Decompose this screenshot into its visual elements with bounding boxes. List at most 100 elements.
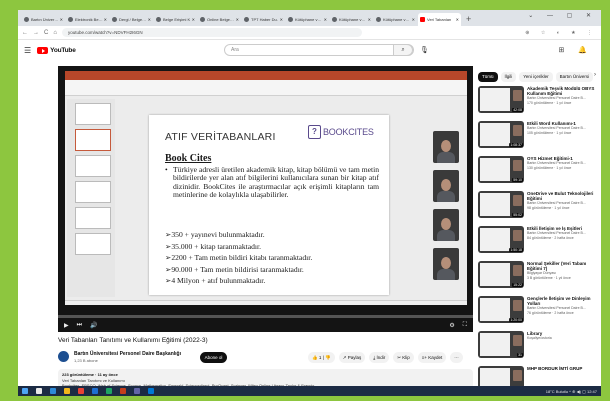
slide-thumbnail [75, 103, 111, 125]
close-tab-icon[interactable]: ✕ [148, 17, 151, 22]
youtube-header: ☰ YouTube Ara ⌕ 🎙 ⊞ 🔔 [18, 40, 601, 61]
reload-icon[interactable]: C [44, 30, 48, 36]
share-button[interactable]: ↗ Paylaş [338, 352, 366, 363]
slide-item-list: ➢350 + yayınevi bulunmaktadır. ➢35.000 +… [165, 229, 312, 287]
save-button[interactable]: ≡+ Kaydet [417, 352, 447, 363]
browser-toolbar-icons[interactable]: ⊕ ☆ ◐ ★ ⋮ [525, 30, 597, 36]
microphone-icon[interactable]: 🎙 [420, 46, 429, 54]
chip-all[interactable]: Tümü [478, 72, 498, 82]
header-right-icons[interactable]: ⊞ 🔔 [558, 46, 593, 54]
related-video[interactable]: MHP BORDUR İMTİ GRUP [478, 366, 600, 386]
youtube-logo[interactable]: YouTube [37, 47, 76, 54]
file-explorer-icon[interactable] [64, 388, 70, 394]
related-video[interactable]: 59:10 OYS Hizmet Eğitimi-1 Bartın Ünivers… [478, 156, 600, 191]
browser-tab[interactable]: TPT Haber Du. ✕ [242, 13, 285, 26]
browser-tab-strip: Bartın Üniversitesi✕ Elektronik Belge Y.… [18, 10, 601, 26]
excel-icon[interactable] [106, 388, 112, 394]
close-tab-icon[interactable]: ✕ [412, 17, 415, 22]
close-tab-icon[interactable]: ✕ [236, 17, 239, 22]
browser-tab[interactable]: Dergi / Belge Kayı.✕ [110, 13, 153, 26]
player-controls: ▶ ⏭ 🔊 ⚙ ⛶ [58, 318, 473, 332]
subscribe-button[interactable]: Abone ol [200, 352, 227, 363]
browser-tab[interactable]: Bartın Üniversitesi✕ [22, 13, 65, 26]
play-icon[interactable]: ▶ [64, 322, 69, 329]
bookcites-logo: ? BOOKCITES [308, 125, 374, 139]
windows-taskbar: 18°C Bulutlu ^ ⊕ ◀) ▢ 12:47 [18, 386, 601, 396]
video-player[interactable]: ATIF VERİTABANLARI ? BOOKCITES Book Cite… [58, 66, 473, 332]
browser-tab[interactable]: Online Belge Kay.✕ [198, 13, 241, 26]
browser-tab[interactable]: Belge Erişimi K ✕ [154, 13, 197, 26]
bookcites-logo-icon: ? [308, 125, 321, 139]
video-thumbnail: 42:08 [478, 86, 524, 113]
related-video[interactable]: 15:22 Normal Şekiller (Veri Tabanı Eğiti… [478, 261, 600, 296]
related-video[interactable]: 31 Library Koşaliye/ostoria [478, 331, 600, 366]
browser-tab-active[interactable]: Veri Tabanları ✕ [418, 13, 461, 26]
close-tab-icon[interactable]: ✕ [60, 17, 63, 22]
favicon-icon [376, 17, 381, 22]
chrome-icon[interactable] [78, 388, 84, 394]
close-tab-icon[interactable]: ✕ [192, 17, 195, 22]
close-tab-icon[interactable]: ✕ [104, 17, 107, 22]
close-tab-icon[interactable]: ✕ [280, 17, 283, 22]
related-video[interactable]: 1:08:37 Etkili Word Kullanımı-1 Bartın Ün… [478, 121, 600, 156]
chevron-right-icon[interactable]: › [594, 72, 596, 78]
chip-new[interactable]: Yeni içerikler [519, 72, 553, 82]
related-video[interactable]: 42:08 Akademik Teşvik Modülü OBYS Kullan… [478, 86, 600, 121]
search-input[interactable]: Ara ⌕ [224, 44, 414, 56]
home-icon[interactable]: ⌂ [53, 30, 57, 36]
slide-thumbnail [75, 155, 111, 177]
close-tab-icon[interactable]: ✕ [368, 17, 371, 22]
search-icon[interactable]: ⌕ [393, 44, 413, 56]
menu-icon[interactable]: ☰ [24, 46, 31, 55]
word-icon[interactable] [92, 388, 98, 394]
related-video[interactable]: 1:50:18 Etkili İletişim ve İş Eşitleri Ba… [478, 226, 600, 261]
shared-powerpoint-window: ATIF VERİTABANLARI ? BOOKCITES Book Cite… [65, 71, 467, 305]
address-row: ← → C ⌂ youtube.com/watch?v=NDVFH2I6GN ⊕… [18, 26, 601, 40]
clip-button[interactable]: ✂ Klip [393, 352, 414, 363]
outlook-icon[interactable] [148, 388, 154, 394]
bullet-icon: • [165, 165, 168, 174]
search-taskbar-icon[interactable] [36, 388, 42, 394]
system-tray[interactable]: 18°C Bulutlu ^ ⊕ ◀) ▢ 12:47 [546, 389, 597, 394]
screenshot: Bartın Üniversitesi✕ Elektronik Belge Y.… [18, 10, 601, 396]
window-controls[interactable]: ⌄ — ▢ ✕ [528, 12, 597, 19]
favicon-icon [332, 17, 337, 22]
channel-name[interactable]: Bartın Üniversitesi Personel Daire Başka… [74, 351, 181, 357]
channel-avatar[interactable] [58, 351, 69, 362]
related-video[interactable]: 55:02 OneDrive ve Bulut Teknolojileri Eğ… [478, 191, 600, 226]
new-tab-icon[interactable]: + [466, 13, 471, 26]
settings-icon[interactable]: ⚙ [449, 322, 454, 329]
close-tab-icon[interactable]: ✕ [456, 17, 459, 22]
forward-icon[interactable]: → [33, 30, 39, 36]
more-actions-button[interactable]: ⋯ [450, 352, 463, 363]
chip-related[interactable]: İlgili [500, 72, 517, 82]
next-icon[interactable]: ⏭ [77, 322, 82, 329]
subscriber-count: 1,23 B abone [74, 358, 98, 363]
related-video[interactable]: 1:20:00 Gençlerle İletişim ve Dinleyim Y… [478, 296, 600, 331]
close-tab-icon[interactable]: ✕ [324, 17, 327, 22]
slide-item: ➢350 + yayınevi bulunmaktadır. [165, 230, 265, 239]
powerpoint-icon[interactable] [120, 388, 126, 394]
video-thumbnail: 15:22 [478, 261, 524, 288]
fullscreen-icon[interactable]: ⛶ [463, 322, 467, 329]
browser-tab[interactable]: Elektronik Belge Y.✕ [66, 13, 109, 26]
slide-heading: Book Cites [165, 153, 212, 164]
browser-tab[interactable]: Kütüphane ve Dok.✕ [330, 13, 373, 26]
favicon-icon [24, 17, 29, 22]
browser-tab[interactable]: Kütüphane ve Dok.✕ [374, 13, 417, 26]
browser-tab[interactable]: Kütüphane ve Dok.✕ [286, 13, 329, 26]
back-icon[interactable]: ← [22, 30, 28, 36]
chip-channel[interactable]: Bartın Üniversi [555, 72, 594, 82]
video-thumbnail: 1:50:18 [478, 226, 524, 253]
teams-icon[interactable] [134, 388, 140, 394]
start-icon[interactable] [22, 388, 28, 394]
download-button[interactable]: ⤓ İndir [369, 352, 390, 363]
slide-item: ➢2200 + Tam metin bildiri kitabı taranma… [165, 253, 313, 262]
address-bar[interactable]: youtube.com/watch?v=NDVFH2I6GN [61, 28, 362, 37]
task-view-icon[interactable] [50, 388, 56, 394]
thumbs-down-icon: 👎 [325, 355, 331, 360]
ppt-status-bar [65, 300, 467, 305]
like-button[interactable]: 👍 1 | 👎 [308, 352, 335, 363]
volume-icon[interactable]: 🔊 [90, 322, 97, 329]
favicon-icon [200, 17, 205, 22]
